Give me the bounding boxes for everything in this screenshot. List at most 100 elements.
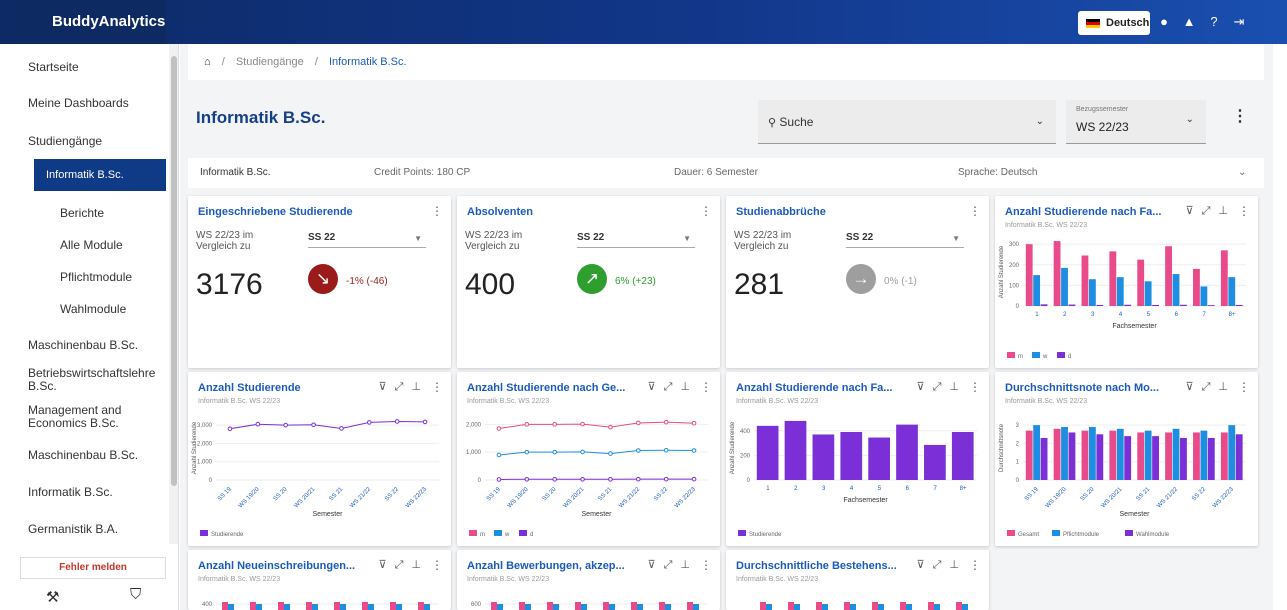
chart-svg: 2,000 1,000 0 SS 19 WS 19/20 SS 20 WS 20/21 SS … xyxy=(466,419,708,538)
sidebar-subitem-required-modules[interactable]: Pflichtmodule xyxy=(60,270,132,284)
legend-swatch xyxy=(494,530,502,536)
legend-label: m xyxy=(1018,354,1023,360)
kpi-card: Eingeschriebene Studierende ⋮ WS 22/23 im … xyxy=(188,196,451,368)
bar xyxy=(665,604,671,610)
x-tick-label: SS 19 xyxy=(1024,486,1040,502)
search-placeholder: Suche xyxy=(779,115,814,129)
legend-label: m xyxy=(480,532,485,538)
x-tick-label: WS 20/21 xyxy=(563,486,586,509)
sidebar-program[interactable]: Germanistik B.A. xyxy=(28,522,118,536)
bar xyxy=(850,604,856,610)
arrow-right-icon: → xyxy=(846,264,876,294)
legend-swatch xyxy=(1057,352,1065,358)
chart-svg: 400 200 0 Anzahl Studierende 1 2 3 4 5 6 7 8+ Fachse… xyxy=(730,420,977,538)
sidebar-item-home[interactable]: Startseite xyxy=(28,60,79,74)
bar xyxy=(1165,246,1172,306)
sidebar-program[interactable]: Maschinenbau B.Sc. xyxy=(28,448,138,462)
help-icon[interactable]: ? xyxy=(1206,14,1222,30)
sidebar-item-dashboards[interactable]: Meine Dashboards xyxy=(28,96,129,110)
language-button[interactable]: Deutsch xyxy=(1078,11,1150,35)
x-tick-label: 4 xyxy=(1119,312,1123,318)
x-tick-label: 3 xyxy=(822,486,826,492)
semester-label: Bezugssemester xyxy=(1076,106,1129,113)
bar xyxy=(794,604,800,610)
x-tick-label: SS 21 xyxy=(597,486,613,502)
y-tick-label: 400 xyxy=(202,602,213,608)
brand-logo[interactable]: BuddyAnalytics xyxy=(14,0,166,44)
x-tick-label: SS 19 xyxy=(217,486,233,502)
bar xyxy=(396,604,402,610)
legend-swatch xyxy=(519,530,527,536)
sidebar-subitem-reports[interactable]: Berichte xyxy=(60,206,104,220)
wrench-icon[interactable]: ⚒ xyxy=(46,588,59,606)
sidebar-scroll-thumb[interactable] xyxy=(171,56,177,486)
more-menu-icon[interactable]: ⋮ xyxy=(1232,106,1248,126)
bar xyxy=(1053,428,1061,480)
data-point xyxy=(552,477,557,482)
y-tick-label: 1,000 xyxy=(466,450,482,456)
semester-select[interactable]: Bezugssemester WS 22/23 ⌄ xyxy=(1066,100,1206,144)
chart-card: Anzahl Neueinschreibungen... Informatik B… xyxy=(188,550,451,610)
bar xyxy=(603,602,609,610)
bar xyxy=(693,604,699,610)
x-axis-label: Fachsemester xyxy=(843,497,888,504)
data-point xyxy=(636,448,641,453)
bar xyxy=(1124,304,1132,306)
program-info-bar[interactable]: Informatik B.Sc. Credit Points: 180 CP D… xyxy=(188,158,1264,188)
sidebar-program[interactable]: Betriebswirtschaftslehre B.Sc. xyxy=(28,367,158,393)
kpi-compare-label: WS 22/23 im Vergleich zu xyxy=(465,230,523,252)
sidebar-program[interactable]: Maschinenbau B.Sc. xyxy=(28,338,138,352)
bar xyxy=(1109,251,1117,306)
legend-label: Studierende xyxy=(749,532,782,538)
bar xyxy=(906,604,912,610)
user-icon[interactable]: ▲ xyxy=(1181,14,1197,30)
legend-label: d xyxy=(1068,354,1071,360)
y-tick-label: 600 xyxy=(471,602,482,608)
bar xyxy=(1207,437,1215,480)
breadcrumb-current[interactable]: Informatik B.Sc. xyxy=(329,56,407,68)
home-icon[interactable]: ⌂ xyxy=(204,56,211,68)
kpi-title: Eingeschriebene Studierende xyxy=(198,206,353,218)
legend-swatch xyxy=(1125,530,1133,536)
bar xyxy=(1172,428,1180,480)
y-tick-label: 200 xyxy=(1009,263,1020,269)
sidebar-item-active-program[interactable]: Informatik B.Sc. xyxy=(34,159,166,191)
legend-swatch xyxy=(1007,530,1015,536)
breadcrumb-programs[interactable]: Studiengänge xyxy=(236,56,304,68)
x-tick-label: SS 20 xyxy=(273,486,289,502)
sidebar-program[interactable]: Informatik B.Sc. xyxy=(28,485,113,499)
report-error-button[interactable]: Fehler melden xyxy=(20,557,166,579)
caret-down-icon: ▼ xyxy=(414,234,422,243)
bar xyxy=(1220,250,1228,306)
bar xyxy=(1137,259,1145,306)
bar xyxy=(1235,434,1243,480)
x-tick-label: WS 21/22 xyxy=(618,486,641,509)
data-point xyxy=(608,451,613,456)
compare-semester-select[interactable]: SS 22 ▼ xyxy=(846,232,964,248)
top-bar: BuddyAnalytics Deutsch ● ▲ ? ⇥ xyxy=(0,0,1287,44)
bar xyxy=(659,602,665,610)
search-input[interactable]: ⚲ Suche ⌄ xyxy=(758,100,1056,144)
data-point xyxy=(227,426,233,432)
sidebar-program[interactable]: Management and Economics B.Sc. xyxy=(28,404,158,430)
sidebar-subitem-elective-modules[interactable]: Wahlmodule xyxy=(60,302,126,316)
compare-semester-select[interactable]: SS 22 ▼ xyxy=(308,232,426,248)
kpi-title: Studienabbrüche xyxy=(736,206,826,218)
bar xyxy=(525,604,531,610)
data-point xyxy=(663,476,669,482)
chart-card: Anzahl Studierende nach Fa... Informatik … xyxy=(726,372,989,546)
bar xyxy=(1109,430,1117,480)
bar xyxy=(424,604,430,610)
logout-icon[interactable]: ⇥ xyxy=(1231,14,1247,30)
sidebar-subitem-all-modules[interactable]: Alle Module xyxy=(60,238,123,252)
sidebar: Startseite Meine Dashboards Studiengänge… xyxy=(14,44,179,610)
shield-icon[interactable]: ⛉ xyxy=(130,586,141,603)
x-tick-label: SS 22 xyxy=(653,486,669,502)
y-tick-label: 1,000 xyxy=(197,460,213,466)
x-tick-label: 4 xyxy=(850,486,854,492)
bar xyxy=(1180,437,1187,480)
palette-icon[interactable]: ● xyxy=(1156,14,1172,30)
bar xyxy=(362,602,368,610)
sidebar-item-programs[interactable]: Studiengänge xyxy=(28,134,102,148)
compare-semester-select[interactable]: SS 22 ▼ xyxy=(577,232,695,248)
